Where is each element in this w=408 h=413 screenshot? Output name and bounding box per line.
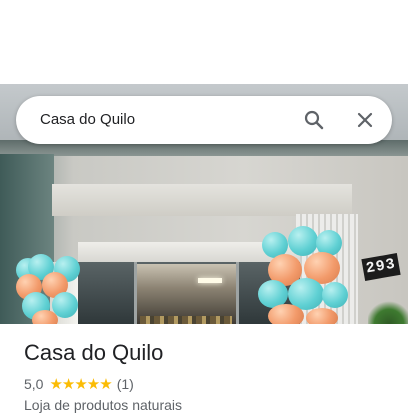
- search-input[interactable]: [40, 96, 280, 144]
- photo-shelves: [140, 316, 232, 324]
- photo-ceiling-light: [198, 278, 222, 283]
- rating-value: 5,0: [24, 376, 44, 392]
- photo-door-divider: [236, 262, 239, 324]
- search-button[interactable]: [290, 96, 338, 144]
- balloon: [322, 282, 348, 308]
- place-category[interactable]: Loja de produtos naturais: [24, 397, 182, 413]
- blank-top-area: [0, 0, 408, 84]
- photo-store-interior: [136, 264, 236, 324]
- place-title: Casa do Quilo: [24, 340, 164, 365]
- balloon: [32, 310, 58, 324]
- balloon: [288, 226, 318, 256]
- close-icon: [357, 112, 373, 128]
- search-bar[interactable]: [16, 96, 392, 144]
- clear-search-button[interactable]: [341, 96, 389, 144]
- balloon: [268, 304, 304, 324]
- balloon: [306, 308, 338, 324]
- search-icon: [304, 110, 324, 130]
- photo-door-divider: [134, 262, 137, 324]
- photo-plant: [368, 299, 408, 324]
- review-count[interactable]: (1): [117, 376, 134, 392]
- photo-lintel: [52, 184, 352, 216]
- rating-stars: ★★★★★: [49, 376, 112, 393]
- rating-row[interactable]: 5,0 ★★★★★ (1): [24, 376, 134, 393]
